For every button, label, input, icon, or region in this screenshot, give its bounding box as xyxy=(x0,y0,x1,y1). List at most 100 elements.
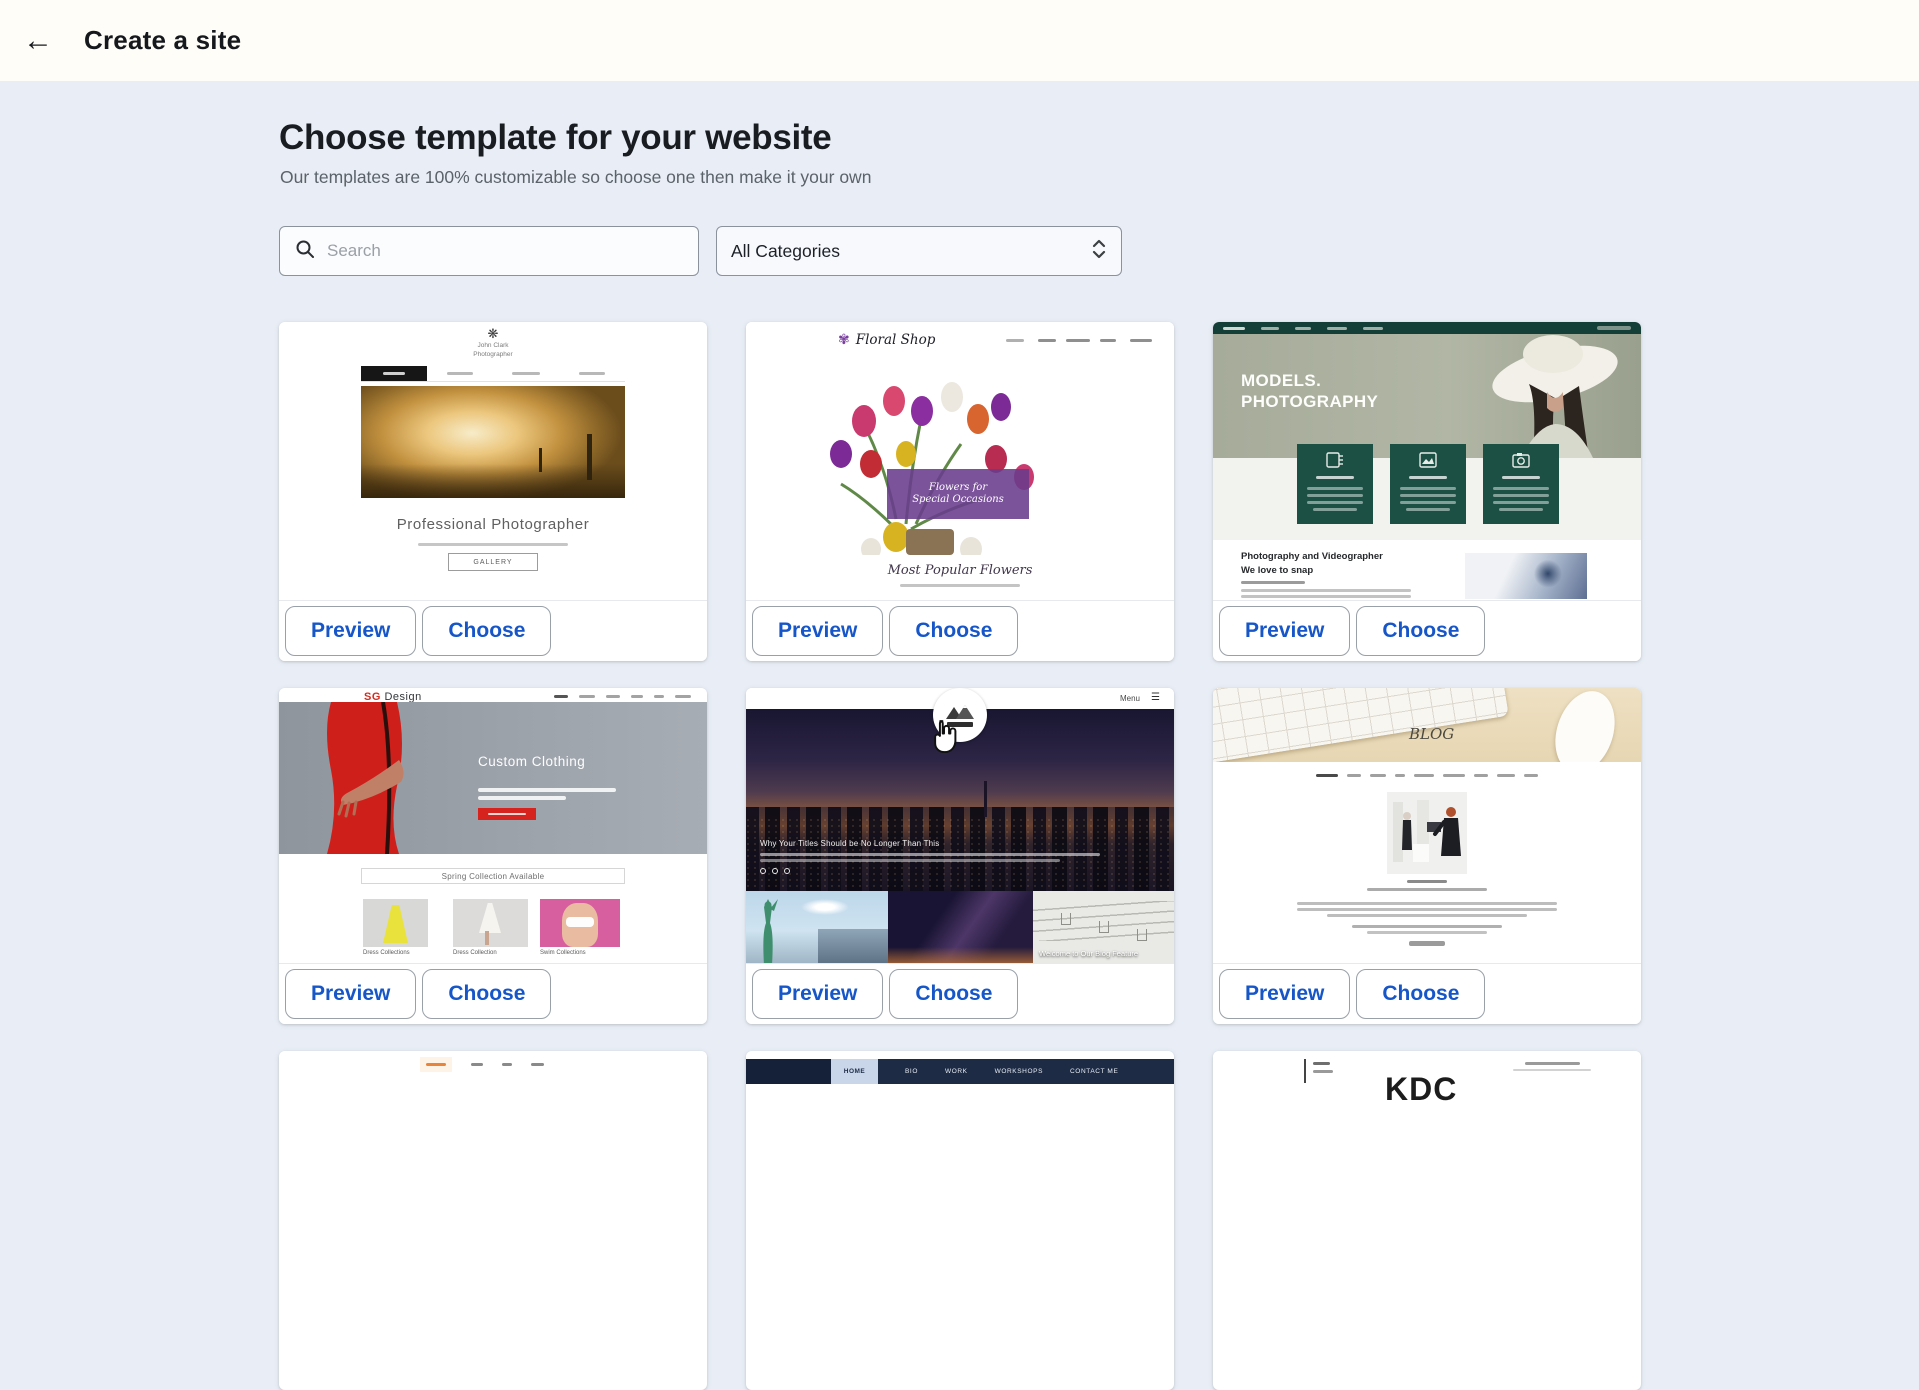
filter-controls: All Categories xyxy=(279,226,1122,276)
article-photo-office xyxy=(1387,792,1467,874)
choose-button[interactable]: Choose xyxy=(1356,606,1485,656)
thumb-hero: MODELS. PHOTOGRAPHY xyxy=(1213,334,1641,458)
template-thumbnail-partial-tabs xyxy=(279,1051,707,1329)
hero-cta-button xyxy=(478,808,536,820)
hero-overlay-box: Flowers for Special Occasions xyxy=(887,469,1029,519)
preview-button[interactable]: Preview xyxy=(752,606,883,656)
feature-card-videography xyxy=(1297,444,1373,524)
product-photo-yellow-dress xyxy=(363,899,428,947)
template-card-models-photography: MODELS. PHOTOGRAPHY xyxy=(1213,322,1641,661)
model-with-hat-graphic xyxy=(1451,334,1641,458)
template-card-travel-blog: Menu ☰ Why Your Titles Should be No Long… xyxy=(746,688,1174,1024)
card-actions: Preview Choose xyxy=(746,963,1174,1024)
gallery-caption: Welcome to Our Blog Feature xyxy=(1039,949,1138,958)
preview-button[interactable]: Preview xyxy=(285,606,416,656)
thumb-nav-active-tab xyxy=(361,366,427,381)
preview-button[interactable]: Preview xyxy=(752,969,883,1019)
template-card-photographer: ❋ John Clark Photographer Professional P… xyxy=(279,322,707,661)
nav-item-active: HOME xyxy=(831,1059,878,1084)
card-actions: Preview Choose xyxy=(1213,963,1641,1024)
gallery-photo-statue-of-liberty xyxy=(746,891,888,963)
search-icon xyxy=(295,239,315,264)
nav-item: WORK xyxy=(945,1068,968,1075)
flower-icon: ✾ xyxy=(838,331,850,348)
template-thumbnail-photographer: ❋ John Clark Photographer Professional P… xyxy=(279,322,707,600)
thumb-section-title: Most Popular Flowers xyxy=(746,563,1174,578)
hero-title: Custom Clothing xyxy=(478,754,585,769)
nav-item: BIO xyxy=(905,1068,918,1075)
select-chevrons-icon xyxy=(1091,238,1107,265)
search-box[interactable] xyxy=(279,226,699,276)
nav-item: WORKSHOPS xyxy=(995,1068,1043,1075)
feature-card-images xyxy=(1390,444,1466,524)
thumb-logo-block xyxy=(746,1059,831,1084)
thumb-heading: Professional Photographer xyxy=(279,516,707,533)
template-thumbnail-dark-portfolio: HOME BIO WORK WORKSHOPS CONTACT ME xyxy=(746,1051,1174,1329)
thumb-hero-desk-photo: BLOG xyxy=(1213,688,1641,762)
collection-banner: Spring Collection Available xyxy=(361,868,625,884)
floral-logo: ✾ Floral Shop xyxy=(838,331,935,348)
thumb-tab-bar xyxy=(420,1057,544,1072)
thumb-navbar xyxy=(361,366,625,382)
red-dress-graphic xyxy=(279,702,449,854)
gallery-photo-night-sky xyxy=(888,891,1033,963)
mouse-graphic xyxy=(1545,688,1624,762)
about-heading: Photography and Videographer xyxy=(1241,551,1383,562)
product-photo-white-dress xyxy=(453,899,528,947)
category-select-value: All Categories xyxy=(731,241,1091,262)
nav-item: CONTACT ME xyxy=(1070,1068,1118,1075)
choose-button[interactable]: Choose xyxy=(889,969,1018,1019)
preview-button[interactable]: Preview xyxy=(285,969,416,1019)
product-caption: Dress Collection xyxy=(453,950,497,956)
template-card-sg-design: SG Design Custom Clothing xyxy=(279,688,707,1024)
carousel-dot xyxy=(772,868,778,874)
photographer-logo: ❋ John Clark Photographer xyxy=(279,327,707,358)
about-photo xyxy=(1465,553,1587,599)
thumb-hero-image-field xyxy=(361,386,625,498)
hamburger-menu-icon: ☰ xyxy=(1151,692,1160,703)
thumb-gallery-button: GALLERY xyxy=(448,553,538,571)
carousel-dot xyxy=(784,868,790,874)
page-title: Choose template for your website xyxy=(279,118,831,158)
card-actions: Preview Choose xyxy=(279,963,707,1024)
camera-shutter-icon: ❋ xyxy=(279,327,707,340)
kdc-brand: KDC xyxy=(1385,1071,1457,1108)
product-photo-swimwear xyxy=(540,899,620,947)
active-tab xyxy=(420,1057,452,1072)
template-thumbnail-kdc: KDC xyxy=(1213,1051,1641,1329)
product-caption: Dress Collections xyxy=(363,950,410,956)
template-grid: ❋ John Clark Photographer Professional P… xyxy=(279,322,1641,1390)
menu-label: Menu xyxy=(1120,694,1140,703)
thumb-navbar: HOME BIO WORK WORKSHOPS CONTACT ME xyxy=(746,1059,1174,1084)
template-thumbnail-floral: Flowers for Special Occasions ✾ Floral S… xyxy=(746,322,1174,600)
template-card-dark-portfolio: HOME BIO WORK WORKSHOPS CONTACT ME xyxy=(746,1051,1174,1390)
template-card-partial-tabs xyxy=(279,1051,707,1390)
choose-button[interactable]: Choose xyxy=(422,969,551,1019)
template-card-floral-shop: Flowers for Special Occasions ✾ Floral S… xyxy=(746,322,1174,661)
back-button[interactable]: ← xyxy=(16,19,60,63)
choose-button[interactable]: Choose xyxy=(1356,969,1485,1019)
preview-button[interactable]: Preview xyxy=(1219,969,1350,1019)
tulip-bouquet-graphic xyxy=(746,359,1174,555)
app-title: Create a site xyxy=(84,25,241,56)
card-actions: Preview Choose xyxy=(279,600,707,661)
feature-card-photography xyxy=(1483,444,1559,524)
thumb-header: ✾ Floral Shop xyxy=(746,322,1174,359)
preview-button[interactable]: Preview xyxy=(1219,606,1350,656)
product-caption: Swim Collections xyxy=(540,950,586,956)
template-card-blog: BLOG xyxy=(1213,688,1641,1024)
card-actions: Preview Choose xyxy=(1213,600,1641,661)
thumb-navbar xyxy=(1213,774,1641,777)
search-input[interactable] xyxy=(327,241,683,261)
thumb-hero-image-tulips: Flowers for Special Occasions xyxy=(746,359,1174,555)
choose-button[interactable]: Choose xyxy=(422,606,551,656)
thumb-navbar xyxy=(554,695,691,698)
choose-button[interactable]: Choose xyxy=(889,606,1018,656)
template-thumbnail-sg-design: SG Design Custom Clothing xyxy=(279,688,707,963)
blog-script-title: BLOG xyxy=(1409,725,1454,743)
card-actions: Preview Choose xyxy=(746,600,1174,661)
create-site-page: { "header": { "title": "Create a site" }… xyxy=(0,0,1919,1079)
travel-logo-badge xyxy=(933,688,987,742)
about-subheading: We love to snap xyxy=(1241,565,1313,576)
category-select[interactable]: All Categories xyxy=(716,226,1122,276)
